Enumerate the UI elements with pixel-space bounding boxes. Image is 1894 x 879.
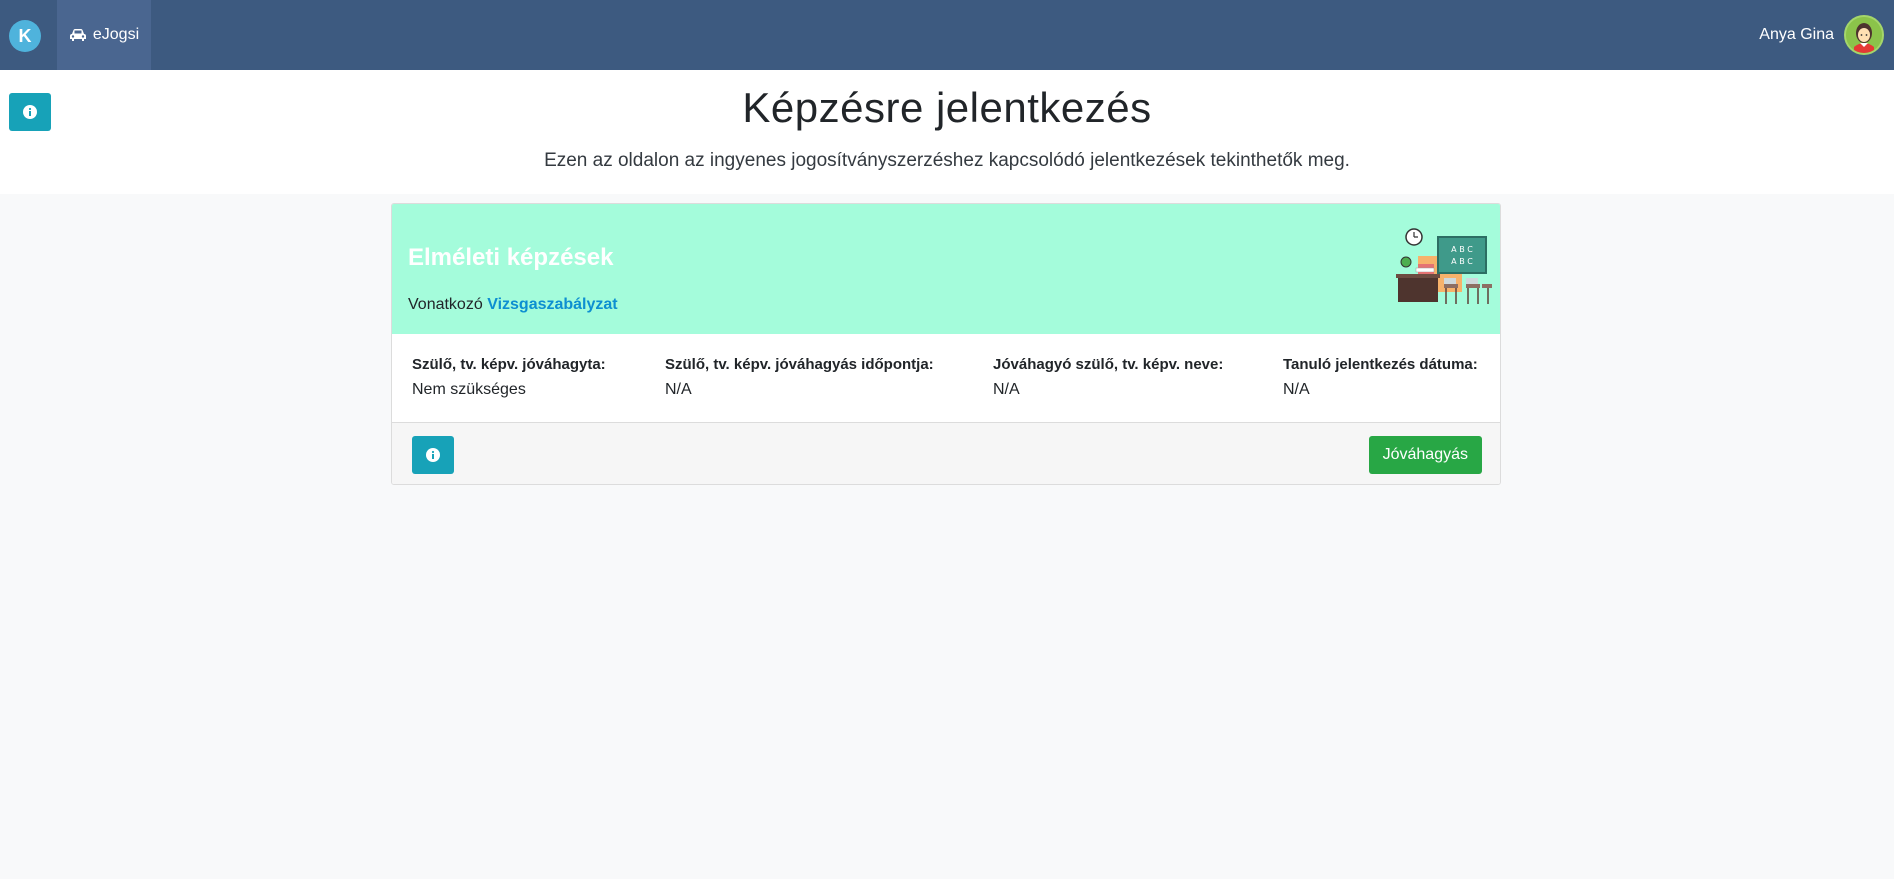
field-value: N/A — [993, 381, 1020, 398]
field-label: Jóváhagyó szülő, tv. képv. neve: — [993, 356, 1224, 373]
card-reference-prefix: Vonatkozó — [408, 296, 483, 313]
card-info-button[interactable] — [412, 436, 454, 474]
field-approver-name: Jóváhagyó szülő, tv. képv. neve: N/A — [993, 356, 1223, 399]
user-menu[interactable]: Anya Gina — [1759, 0, 1884, 70]
field-value: N/A — [1283, 381, 1310, 398]
car-icon — [69, 29, 86, 41]
card-footer: Jóváhagyás — [392, 422, 1500, 484]
svg-text:A B C: A B C — [1451, 245, 1473, 254]
page-title: Képzésre jelentkezés — [742, 84, 1152, 131]
svg-text:A B C: A B C — [1451, 257, 1473, 266]
nav-item-label: eJogsi — [92, 26, 140, 43]
classroom-illustration-icon: A B C A B C — [1396, 228, 1492, 304]
card-body: Szülő, tv. képv. jóváhagyta: Nem szükség… — [392, 334, 1500, 425]
field-parent-approved: Szülő, tv. képv. jóváhagyta: Nem szükség… — [412, 356, 606, 399]
info-icon — [426, 448, 440, 462]
field-label: Tanuló jelentkezés dátuma: — [1283, 356, 1478, 373]
field-value: N/A — [665, 381, 692, 398]
user-name: Anya Gina — [1759, 26, 1834, 43]
top-navbar: K eJogsi Anya Gina — [0, 0, 1894, 70]
card-reference: Vonatkozó Vizsgaszabályzat — [408, 296, 618, 314]
training-card: Elméleti képzések Vonatkozó Vizsgaszabál… — [391, 203, 1501, 485]
card-title: Elméleti képzések — [408, 244, 614, 271]
card-header: Elméleti képzések Vonatkozó Vizsgaszabál… — [392, 204, 1500, 334]
brand-logo[interactable]: K — [9, 20, 41, 52]
field-label: Szülő, tv. képv. jóváhagyta: — [412, 356, 606, 373]
avatar[interactable] — [1844, 15, 1884, 55]
page-subtitle: Ezen az oldalon az ingyenes jogosítványs… — [544, 150, 1350, 171]
user-avatar-icon — [1846, 17, 1882, 53]
brand-logo-letter: K — [18, 25, 32, 46]
field-approval-time: Szülő, tv. képv. jóváhagyás időpontja: N… — [665, 356, 934, 399]
approve-button[interactable]: Jóváhagyás — [1368, 436, 1482, 474]
nav-item-ejogsi[interactable]: eJogsi — [57, 0, 151, 70]
field-value: Nem szükséges — [412, 381, 526, 398]
page-header: Képzésre jelentkezés Ezen az oldalon az … — [0, 70, 1894, 194]
field-application-date: Tanuló jelentkezés dátuma: N/A — [1283, 356, 1478, 399]
exam-rules-link[interactable]: Vizsgaszabályzat — [487, 296, 617, 313]
field-label: Szülő, tv. képv. jóváhagyás időpontja: — [665, 356, 934, 373]
